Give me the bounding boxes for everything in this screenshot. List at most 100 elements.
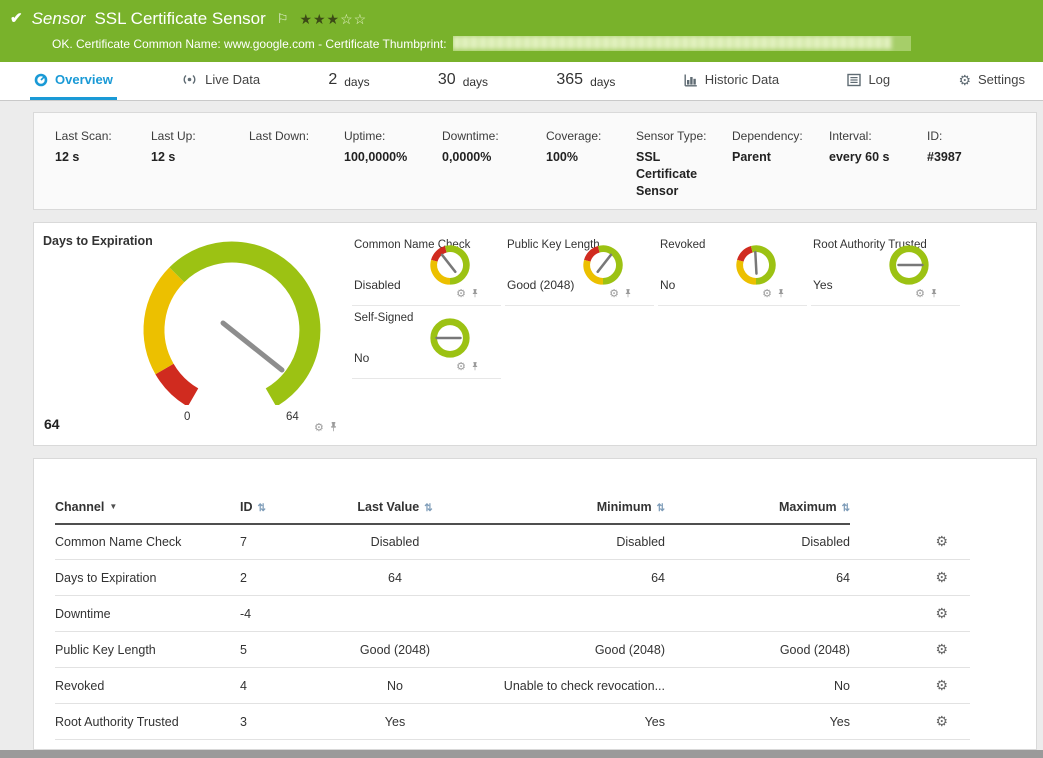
table-row[interactable]: Downtime -4 ⚙: [55, 595, 970, 632]
tab-30-days[interactable]: 30 days: [434, 62, 492, 100]
status-ok-check-icon: ✔: [10, 10, 23, 27]
pin-icon[interactable]: [329, 419, 338, 437]
table-row[interactable]: Root Authority Trusted 3 Yes Yes Yes ⚙: [55, 703, 970, 740]
channel-settings-icon[interactable]: ⚙: [935, 713, 948, 729]
pin-icon[interactable]: [930, 285, 938, 303]
mini-dial: [430, 318, 470, 358]
channel-settings-icon[interactable]: ⚙: [935, 569, 948, 585]
col-header-minimum[interactable]: Minimum ⇅: [460, 500, 665, 525]
stars-filled[interactable]: ★★★: [299, 11, 340, 27]
sensor-overview-page: ✔ Sensor SSL Certificate Sensor ⚐ ★★★☆☆ …: [0, 0, 1043, 758]
channel-gear-icon[interactable]: ⚙: [762, 288, 772, 300]
mini-gauge-public-key-length: Public Key Length Good (2048) ⚙: [505, 233, 654, 306]
mini-dial: [430, 245, 470, 285]
tab-label: Log: [868, 72, 891, 87]
mini-gauges-grid: Common Name Check Disabled ⚙ Public Key …: [352, 233, 964, 445]
mini-gauge-revoked: Revoked No ⚙: [658, 233, 807, 306]
col-header-last-value[interactable]: Last Value ⇅: [330, 500, 460, 525]
sort-icon: ⇅: [656, 503, 665, 514]
tab-live-data[interactable]: Live Data: [177, 62, 264, 100]
bottom-bar: [0, 750, 1043, 758]
tab-day-unit: days: [344, 74, 370, 89]
info-field-coverage: Coverage: 100%: [546, 129, 602, 164]
channels-table-panel: Channel ▼ ID ⇅ Last Value ⇅ Minimum ⇅ Maximu…: [33, 458, 1037, 758]
primary-gauge-value: 64: [44, 416, 60, 432]
gauge-needle: [220, 320, 285, 373]
tab-day-unit: days: [462, 74, 489, 89]
info-field-uptime: Uptime: 100,0000%: [344, 129, 408, 164]
table-header-row: Channel ▼ ID ⇅ Last Value ⇅ Minimum ⇅ Maximu…: [55, 500, 970, 525]
mini-dial: [583, 245, 623, 285]
tab-settings[interactable]: ⚙ Settings: [954, 62, 1029, 100]
gauge-scale-min: 0: [184, 411, 191, 423]
channel-gear-icon[interactable]: ⚙: [915, 288, 925, 300]
tab-day-unit: days: [590, 74, 616, 89]
channel-gear-icon[interactable]: ⚙: [456, 361, 466, 373]
priority-stars[interactable]: ★★★☆☆: [299, 9, 367, 29]
col-header-actions: [850, 500, 970, 524]
channel-gear-icon[interactable]: ⚙: [456, 288, 466, 300]
mini-gauge-root-authority-trusted: Root Authority Trusted Yes ⚙: [811, 233, 960, 306]
sensor-header: ✔ Sensor SSL Certificate Sensor ⚐ ★★★☆☆ …: [0, 0, 1043, 62]
tab-365-days[interactable]: 365 days: [552, 62, 619, 100]
sort-icon: ⇅: [257, 503, 266, 514]
channel-settings-icon[interactable]: ⚙: [935, 533, 948, 549]
sort-icon: ⇅: [841, 503, 850, 514]
table-row[interactable]: Days to Expiration 2 64 64 64 ⚙: [55, 559, 970, 596]
days-to-expiration-gauge: [143, 241, 321, 405]
info-field-dependency: Dependency: Parent: [732, 129, 803, 164]
info-field-last-scan: Last Scan: 12 s: [55, 129, 112, 164]
mini-dial: [889, 245, 929, 285]
channel-settings-icon[interactable]: ⚙: [935, 677, 948, 693]
object-kind-label: Sensor: [31, 9, 86, 28]
sort-desc-icon: ▼: [109, 502, 118, 511]
certificate-thumbprint-redacted: ████████████████████████████████████████…: [452, 36, 911, 51]
channel-gear-icon[interactable]: ⚙: [314, 422, 324, 434]
live-signal-icon: [181, 73, 198, 86]
pin-icon[interactable]: [624, 285, 632, 303]
pin-icon[interactable]: [777, 285, 785, 303]
priority-flag-icon[interactable]: ⚐: [277, 9, 289, 29]
channel-settings-icon[interactable]: ⚙: [935, 605, 948, 621]
channel-gear-icon[interactable]: ⚙: [609, 288, 619, 300]
sensor-info-panel: Last Scan: 12 s Last Up: 12 s Last Down: U…: [33, 112, 1037, 210]
tab-overview[interactable]: Overview: [30, 62, 117, 100]
col-header-channel[interactable]: Channel ▼: [55, 500, 240, 525]
tab-label: Overview: [55, 72, 113, 87]
gauge-scale-max: 64: [286, 411, 299, 423]
tab-log[interactable]: Log: [843, 62, 894, 100]
tab-day-count: 30: [437, 70, 456, 88]
tab-day-count: 365: [556, 70, 584, 88]
table-row[interactable]: Common Name Check 7 Disabled Disabled Di…: [55, 524, 970, 560]
info-field-id: ID: #3987: [927, 129, 962, 164]
tab-2-days[interactable]: 2 days: [324, 62, 373, 100]
table-row[interactable]: Public Key Length 5 Good (2048) Good (20…: [55, 631, 970, 668]
info-field-interval: Interval: every 60 s: [829, 129, 890, 164]
mini-gauge-common-name-check: Common Name Check Disabled ⚙: [352, 233, 501, 306]
channels-table: Channel ▼ ID ⇅ Last Value ⇅ Minimum ⇅ Maximu…: [55, 500, 970, 758]
info-field-sensor-type: Sensor Type: SSL Certificate Sensor: [636, 129, 707, 198]
pin-icon[interactable]: [471, 358, 479, 376]
settings-gear-icon: ⚙: [958, 71, 971, 88]
tab-label: Live Data: [205, 72, 261, 87]
mini-dial: [736, 245, 776, 285]
overview-gauge-icon: [34, 73, 48, 87]
sort-icon: ⇅: [424, 503, 433, 514]
info-field-last-up: Last Up: 12 s: [151, 129, 196, 164]
historic-chart-icon: [684, 73, 698, 87]
info-field-last-down: Last Down:: [249, 129, 310, 143]
gauges-panel: Days to Expiration 0 64 64 ⚙ Common Name…: [33, 222, 1037, 446]
col-header-id[interactable]: ID ⇅: [240, 500, 330, 525]
pin-icon[interactable]: [471, 285, 479, 303]
tab-day-count: 2: [328, 70, 338, 88]
table-row[interactable]: Revoked 4 No Unable to check revocation.…: [55, 667, 970, 704]
primary-channel-gauge: Days to Expiration 0 64 64 ⚙: [34, 223, 352, 445]
tab-label: Settings: [978, 72, 1025, 87]
tab-bar: Overview Live Data 2 days 30 days 365 da…: [0, 62, 1043, 101]
channel-settings-icon[interactable]: ⚙: [935, 641, 948, 657]
stars-empty[interactable]: ☆☆: [340, 11, 367, 27]
col-header-maximum[interactable]: Maximum ⇅: [665, 500, 850, 525]
info-field-downtime: Downtime: 0,0000%: [442, 129, 499, 164]
page-title: SSL Certificate Sensor: [94, 9, 266, 28]
tab-historic-data[interactable]: Historic Data: [680, 62, 783, 100]
